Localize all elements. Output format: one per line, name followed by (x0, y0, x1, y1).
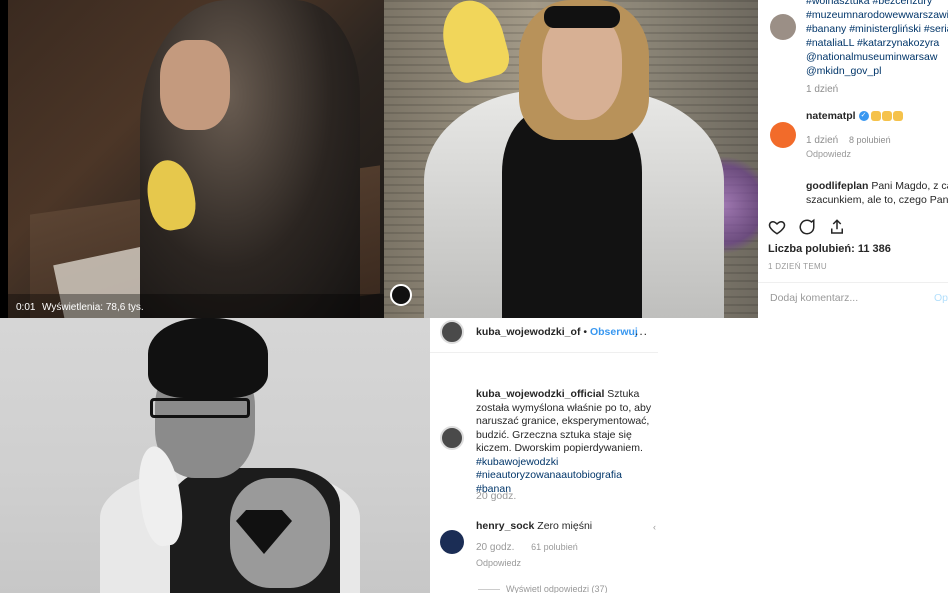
hashtag-line[interactable]: @mkidn_gov_pl (806, 64, 948, 78)
tagged-user-icon[interactable] (390, 284, 412, 306)
emoji-icon (893, 111, 904, 122)
follow-button[interactable]: Obserwuj (590, 326, 638, 338)
caption-username[interactable]: kuba_wojewodzki_official (476, 388, 604, 400)
hashtag[interactable]: #nieautoryzowanaautobiografia (476, 469, 652, 483)
header-text: kuba_wojewodzki_of • Obserwuj (476, 326, 638, 338)
author-avatar[interactable] (440, 320, 464, 344)
photo-shirt (502, 110, 642, 318)
post-actions (768, 218, 846, 236)
post-age: 1 DZIEŃ TEMU (768, 262, 828, 271)
commenter-avatar[interactable] (440, 530, 464, 554)
view-replies-link[interactable]: Wyświetl odpowiedzi (37) (478, 584, 607, 593)
more-options-icon[interactable]: ... (635, 324, 648, 338)
add-comment-input[interactable]: Dodaj komentarz... (770, 292, 858, 304)
post-caption: kuba_wojewodzki_official Sztuka została … (476, 388, 652, 496)
comment-icon[interactable] (798, 218, 816, 236)
publish-button[interactable]: Op (934, 292, 948, 304)
photo-sunglasses (544, 6, 620, 28)
photo-glasses (150, 398, 250, 418)
divider (758, 282, 948, 283)
video-view-count: Wyświetlenia: 78,6 tys. (42, 302, 144, 313)
post-header: kuba_wojewodzki_of • Obserwuj ... (440, 320, 650, 346)
comment-username[interactable]: henry_sock (476, 520, 534, 532)
verified-badge-icon: ✓ (858, 111, 869, 122)
like-count[interactable]: Liczba polubień: 11 386 (768, 243, 891, 255)
hashtag-line[interactable]: #muzeumnarodowewwarszawie (806, 8, 948, 22)
reply-link[interactable]: Odpowiedz (806, 149, 851, 159)
hashtag-line[interactable]: #nataliaLL #katarzynakozyra (806, 36, 948, 50)
comment: henry_sock Zero mięśni (476, 520, 592, 532)
post-photo-woman[interactable] (384, 0, 758, 318)
heart-icon[interactable] (768, 218, 786, 236)
caption-time: 1 dzień (806, 84, 839, 95)
comment-1-meta: 1 dzień 8 polubień (806, 135, 891, 146)
comment-likes[interactable]: 61 polubień (531, 542, 578, 552)
comment-text: Zero mięśni (537, 520, 593, 532)
emoji-icon (882, 111, 893, 122)
emoji-icon (871, 111, 882, 122)
caption-hashtags: #wolnasztuka #bezcenzury #muzeumnarodowe… (806, 0, 948, 78)
comment-time: 1 dzień (806, 135, 839, 146)
comment-likes[interactable]: 8 polubień (849, 135, 891, 145)
comment-username[interactable]: natematpl (806, 110, 856, 122)
instagram-comments-top: #wolnasztuka #bezcenzury #muzeumnarodowe… (758, 0, 948, 318)
comment-text: szacunkiem, ale to, czego Pani (806, 194, 948, 206)
hashtag-line[interactable]: #wolnasztuka #bezcenzury (806, 0, 948, 8)
hashtag-line[interactable]: @nationalmuseuminwarsaw (806, 50, 948, 64)
comment-like-icon[interactable]: ‹ (653, 522, 656, 532)
photo-hair (148, 318, 268, 398)
share-icon[interactable] (828, 218, 846, 236)
divider (430, 352, 658, 353)
comment-text: Pani Magdo, z ca (871, 180, 948, 192)
comment-time: 20 godz. (476, 542, 515, 553)
poster-avatar[interactable] (770, 14, 796, 40)
comment-1: natematpl ✓ (806, 110, 904, 122)
video-player[interactable]: 0:01 Wyświetlenia: 78,6 tys. (0, 0, 384, 318)
video-face (160, 40, 230, 130)
caption-time: 20 godz. (476, 490, 517, 502)
comment-2: goodlifeplan Pani Magdo, z ca (806, 180, 948, 192)
comment-username[interactable]: goodlifeplan (806, 180, 868, 192)
caption-avatar[interactable] (440, 426, 464, 450)
comment-meta: 20 godz. 61 polubień (476, 542, 578, 553)
hashtag[interactable]: #kubawojewodzki (476, 456, 652, 470)
video-timestamp: 0:01 (16, 302, 36, 313)
hashtag-line[interactable]: #banany #ministergliński #seria (806, 22, 948, 36)
separator-dot: • (583, 326, 588, 338)
empty-area (658, 318, 948, 593)
instagram-post-panel: kuba_wojewodzki_of • Obserwuj ... kuba_w… (430, 318, 658, 593)
post-photo-man[interactable] (0, 318, 430, 593)
reply-link[interactable]: Odpowiedz (476, 558, 521, 568)
author-username[interactable]: kuba_wojewodzki_of (476, 326, 580, 338)
commenter-avatar[interactable] (770, 122, 796, 148)
